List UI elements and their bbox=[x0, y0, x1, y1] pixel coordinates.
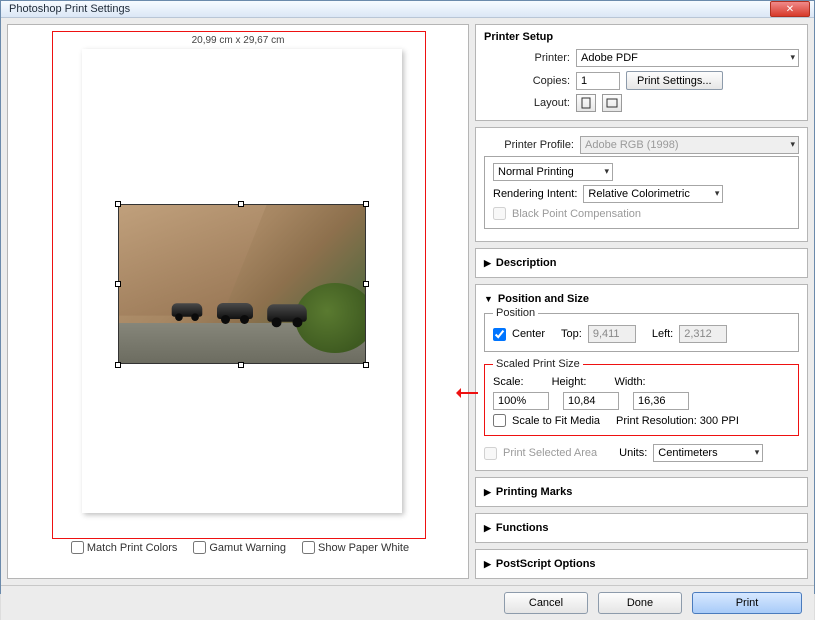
layout-label: Layout: bbox=[484, 97, 570, 109]
width-input[interactable] bbox=[633, 392, 689, 410]
titlebar: Photoshop Print Settings ✕ bbox=[1, 1, 814, 18]
dialog-button-bar: Cancel Done Print bbox=[1, 585, 814, 620]
height-label: Height: bbox=[552, 376, 587, 388]
postscript-toggle[interactable]: ▶ PostScript Options bbox=[484, 556, 799, 572]
printer-setup-panel: Printer Setup Printer: Adobe PDF Copies:… bbox=[475, 24, 808, 121]
crop-handle[interactable] bbox=[363, 281, 369, 287]
printer-profile-label: Printer Profile: bbox=[484, 139, 574, 151]
position-fieldset: Position Center Top: Left: bbox=[484, 307, 799, 352]
preview-footer-options: Match Print Colors Gamut Warning Show Pa… bbox=[10, 541, 470, 554]
gamut-warning-checkbox[interactable] bbox=[193, 541, 206, 554]
print-button[interactable]: Print bbox=[692, 592, 802, 614]
scaled-print-size-fieldset: Scaled Print Size Scale: Height: Width: bbox=[484, 358, 799, 436]
top-label: Top: bbox=[561, 328, 582, 340]
position-size-section: ▼ Position and Size Position Center Top:… bbox=[475, 284, 808, 471]
functions-section: ▶ Functions bbox=[475, 513, 808, 543]
close-button[interactable]: ✕ bbox=[770, 1, 810, 17]
window-title: Photoshop Print Settings bbox=[9, 3, 770, 15]
left-input bbox=[679, 325, 727, 343]
copies-label: Copies: bbox=[484, 75, 570, 87]
top-input bbox=[588, 325, 636, 343]
print-preview-image[interactable] bbox=[118, 204, 366, 364]
scaled-legend: Scaled Print Size bbox=[493, 358, 583, 370]
center-checkbox[interactable] bbox=[493, 328, 506, 341]
color-management-panel: Printer Profile: Adobe RGB (1998) Normal… bbox=[475, 127, 808, 242]
print-settings-button[interactable]: Print Settings... bbox=[626, 71, 723, 90]
units-label: Units: bbox=[619, 447, 647, 459]
layout-portrait-button[interactable] bbox=[576, 94, 596, 112]
printing-marks-toggle[interactable]: ▶ Printing Marks bbox=[484, 484, 799, 500]
description-section: ▶ Description bbox=[475, 248, 808, 278]
crop-handle[interactable] bbox=[115, 281, 121, 287]
postscript-section: ▶ PostScript Options bbox=[475, 549, 808, 579]
paper-white-checkbox[interactable] bbox=[302, 541, 315, 554]
crop-handle[interactable] bbox=[363, 362, 369, 368]
print-resolution-label: Print Resolution: 300 PPI bbox=[616, 415, 739, 427]
cancel-button[interactable]: Cancel bbox=[504, 592, 588, 614]
chevron-right-icon: ▶ bbox=[484, 258, 491, 269]
printer-select[interactable]: Adobe PDF bbox=[576, 49, 799, 67]
crop-handle[interactable] bbox=[115, 201, 121, 207]
portrait-icon bbox=[581, 97, 591, 109]
position-legend: Position bbox=[493, 307, 538, 319]
left-label: Left: bbox=[652, 328, 673, 340]
center-label: Center bbox=[512, 328, 545, 340]
chevron-right-icon: ▶ bbox=[484, 523, 491, 534]
page-dimensions: 20,99 cm x 29,67 cm bbox=[8, 35, 468, 46]
paper-white-option[interactable]: Show Paper White bbox=[302, 541, 409, 554]
scale-to-fit-label: Scale to Fit Media bbox=[512, 415, 600, 427]
gamut-warning-option[interactable]: Gamut Warning bbox=[193, 541, 286, 554]
print-selected-label: Print Selected Area bbox=[503, 447, 597, 459]
chevron-down-icon: ▼ bbox=[484, 294, 493, 304]
landscape-icon bbox=[606, 98, 618, 108]
match-colors-checkbox[interactable] bbox=[71, 541, 84, 554]
paper-preview bbox=[82, 49, 402, 513]
printer-setup-heading: Printer Setup bbox=[484, 31, 799, 43]
scale-input[interactable] bbox=[493, 392, 549, 410]
settings-pane: Printer Setup Printer: Adobe PDF Copies:… bbox=[475, 24, 808, 579]
units-select[interactable]: Centimeters bbox=[653, 444, 763, 462]
print-settings-window: Photoshop Print Settings ✕ 20,99 cm x 29… bbox=[0, 0, 815, 594]
crop-handle[interactable] bbox=[238, 362, 244, 368]
preview-pane: 20,99 cm x 29,67 cm bbox=[7, 24, 469, 579]
main-content: 20,99 cm x 29,67 cm bbox=[1, 18, 814, 585]
black-point-label: Black Point Compensation bbox=[512, 208, 641, 220]
copies-input[interactable] bbox=[576, 72, 620, 90]
scale-label: Scale: bbox=[493, 376, 524, 388]
callout-arrow bbox=[458, 392, 478, 394]
color-subpanel: Normal Printing Rendering Intent: Relati… bbox=[484, 156, 799, 229]
printing-mode-select[interactable]: Normal Printing bbox=[493, 163, 613, 181]
crop-handle[interactable] bbox=[238, 201, 244, 207]
description-toggle[interactable]: ▶ Description bbox=[484, 255, 799, 271]
functions-toggle[interactable]: ▶ Functions bbox=[484, 520, 799, 536]
rendering-intent-select[interactable]: Relative Colorimetric bbox=[583, 185, 723, 203]
height-input[interactable] bbox=[563, 392, 619, 410]
print-selected-checkbox bbox=[484, 447, 497, 460]
black-point-checkbox bbox=[493, 207, 506, 220]
printer-label: Printer: bbox=[484, 52, 570, 64]
rendering-intent-label: Rendering Intent: bbox=[493, 188, 577, 200]
crop-handle[interactable] bbox=[363, 201, 369, 207]
printer-profile-select: Adobe RGB (1998) bbox=[580, 136, 799, 154]
chevron-right-icon: ▶ bbox=[484, 559, 491, 570]
printing-marks-section: ▶ Printing Marks bbox=[475, 477, 808, 507]
layout-landscape-button[interactable] bbox=[602, 94, 622, 112]
position-size-toggle[interactable]: ▼ Position and Size bbox=[484, 291, 799, 307]
done-button[interactable]: Done bbox=[598, 592, 682, 614]
match-colors-option[interactable]: Match Print Colors bbox=[71, 541, 177, 554]
width-label: Width: bbox=[614, 376, 645, 388]
crop-handle[interactable] bbox=[115, 362, 121, 368]
chevron-right-icon: ▶ bbox=[484, 487, 491, 498]
scale-to-fit-checkbox[interactable] bbox=[493, 414, 506, 427]
